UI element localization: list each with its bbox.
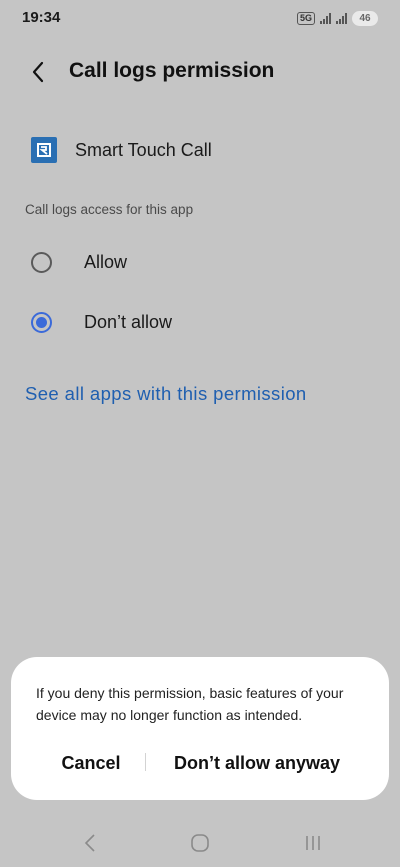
nav-back-icon [84,834,95,852]
status-icons: 5G 46 [296,9,378,27]
signal-strength-icon [320,12,331,24]
dialog-message: If you deny this permission, basic featu… [36,685,344,723]
option-dont-allow-label: Don’t allow [84,311,173,332]
cancel-button[interactable]: Cancel [41,747,141,779]
smart-touch-call-app-icon [31,137,57,163]
nav-home-button[interactable] [182,826,218,860]
signal-strength-icon-2 [336,12,347,24]
back-button[interactable] [22,56,54,88]
radio-allow[interactable] [31,251,52,273]
option-allow-label: Allow [84,251,128,272]
see-all-apps-link[interactable]: See all apps with this permission [25,383,307,405]
page-title: Call logs permission [69,59,275,82]
nav-recents-icon [306,836,320,850]
option-dont-allow[interactable]: Don’t allow [0,294,400,350]
app-name: Smart Touch Call [75,140,212,160]
nav-home-icon [191,834,209,852]
button-divider [145,753,146,771]
nav-recents-button[interactable] [295,826,331,860]
chevron-left-icon [32,61,44,83]
nav-back-button[interactable] [72,826,108,860]
status-time: 19:34 [22,9,61,26]
option-allow[interactable]: Allow [0,234,400,290]
battery-indicator: 46 [352,10,378,26]
section-label: Call logs access for this app [25,202,194,217]
dont-allow-anyway-button[interactable]: Don’t allow anyway [159,747,355,779]
network-type-badge: 5G [296,11,315,25]
deny-warning-dialog: If you deny this permission, basic featu… [11,657,389,800]
radio-dont-allow[interactable] [31,311,52,333]
